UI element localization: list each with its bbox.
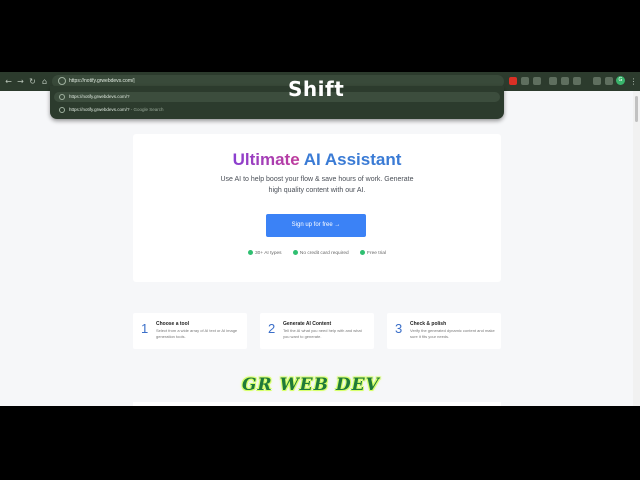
- extension-icon[interactable]: [521, 77, 529, 85]
- extension-icon[interactable]: [573, 77, 581, 85]
- scrollbar[interactable]: [633, 91, 640, 406]
- globe-icon: [59, 94, 65, 100]
- step-title: Check & polish: [410, 321, 447, 327]
- step-title: Generate AI Content: [283, 321, 332, 327]
- feature-label: 30+ AI types: [255, 250, 282, 256]
- step-number: 1: [141, 321, 149, 336]
- browser-window: ← → ↻ ⌂ https://notify.grwebdevs.com/| G…: [0, 72, 640, 406]
- hero-card: Ultimate AI Assistant Use AI to help boo…: [133, 134, 501, 282]
- extension-icon[interactable]: [605, 77, 613, 85]
- feature-list: 30+ AI types No credit card required Fre…: [133, 250, 501, 256]
- step-description: Select from a wide array of AI text or A…: [156, 328, 238, 339]
- extension-icon[interactable]: [509, 77, 517, 85]
- puzzle-icon[interactable]: [533, 77, 541, 85]
- signup-button[interactable]: Sign up for free →: [266, 214, 366, 237]
- feature-item: 30+ AI types: [248, 250, 282, 256]
- profile-avatar[interactable]: G: [616, 76, 625, 85]
- check-icon: [292, 250, 298, 255]
- download-icon[interactable]: [593, 77, 601, 85]
- scrollbar-thumb[interactable]: [635, 96, 638, 122]
- next-section-card: [133, 402, 501, 406]
- hero-title-rest: AI Assistant: [299, 150, 402, 169]
- back-arrow-icon[interactable]: ←: [3, 76, 14, 87]
- hero-title: Ultimate AI Assistant: [133, 150, 501, 170]
- check-icon: [248, 250, 254, 255]
- step-number: 2: [268, 321, 276, 336]
- suggestion-item[interactable]: https://notify.grwebdevs.com/? - Google …: [54, 105, 500, 115]
- site-info-icon[interactable]: [58, 77, 66, 85]
- step-card: 1 Choose a tool Select from a wide array…: [133, 313, 247, 349]
- step-description: Tell the AI what you need help with and …: [283, 328, 362, 339]
- step-card: 3 Check & polish Verify the generated dy…: [387, 313, 501, 349]
- step-number: 3: [395, 321, 403, 336]
- feature-label: Free trial: [367, 250, 386, 256]
- omnibox-suggestions: https://notify.grwebdevs.com/? https://n…: [50, 86, 504, 119]
- forward-arrow-icon[interactable]: →: [15, 76, 26, 87]
- feature-item: No credit card required: [292, 250, 349, 256]
- extension-icon[interactable]: [549, 77, 557, 85]
- watermark-logo: GR WEB DEV: [242, 375, 380, 395]
- reload-icon[interactable]: ↻: [27, 76, 38, 87]
- check-icon: [360, 250, 366, 255]
- hero-title-highlight: Ultimate: [232, 150, 300, 169]
- feature-label: No credit card required: [299, 250, 349, 256]
- suggestion-source: - Google Search: [129, 107, 164, 112]
- menu-icon[interactable]: ⋮: [628, 76, 639, 87]
- step-description: Verify the generated dynamic content and…: [410, 328, 495, 339]
- keystroke-overlay: Shift: [288, 77, 345, 101]
- home-icon[interactable]: ⌂: [39, 76, 50, 87]
- step-title: Choose a tool: [156, 321, 190, 327]
- feature-item: Free trial: [360, 250, 386, 256]
- suggestion-item[interactable]: https://notify.grwebdevs.com/?: [54, 92, 500, 102]
- extension-icon[interactable]: [561, 77, 569, 85]
- step-card: 2 Generate AI Content Tell the AI what y…: [260, 313, 374, 349]
- suggestion-text: https://notify.grwebdevs.com/?: [69, 94, 130, 99]
- suggestion-text: https://notify.grwebdevs.com/?: [69, 107, 130, 112]
- hero-subtitle: Use AI to help boost your flow & save ho…: [220, 176, 414, 194]
- search-icon: [59, 107, 65, 113]
